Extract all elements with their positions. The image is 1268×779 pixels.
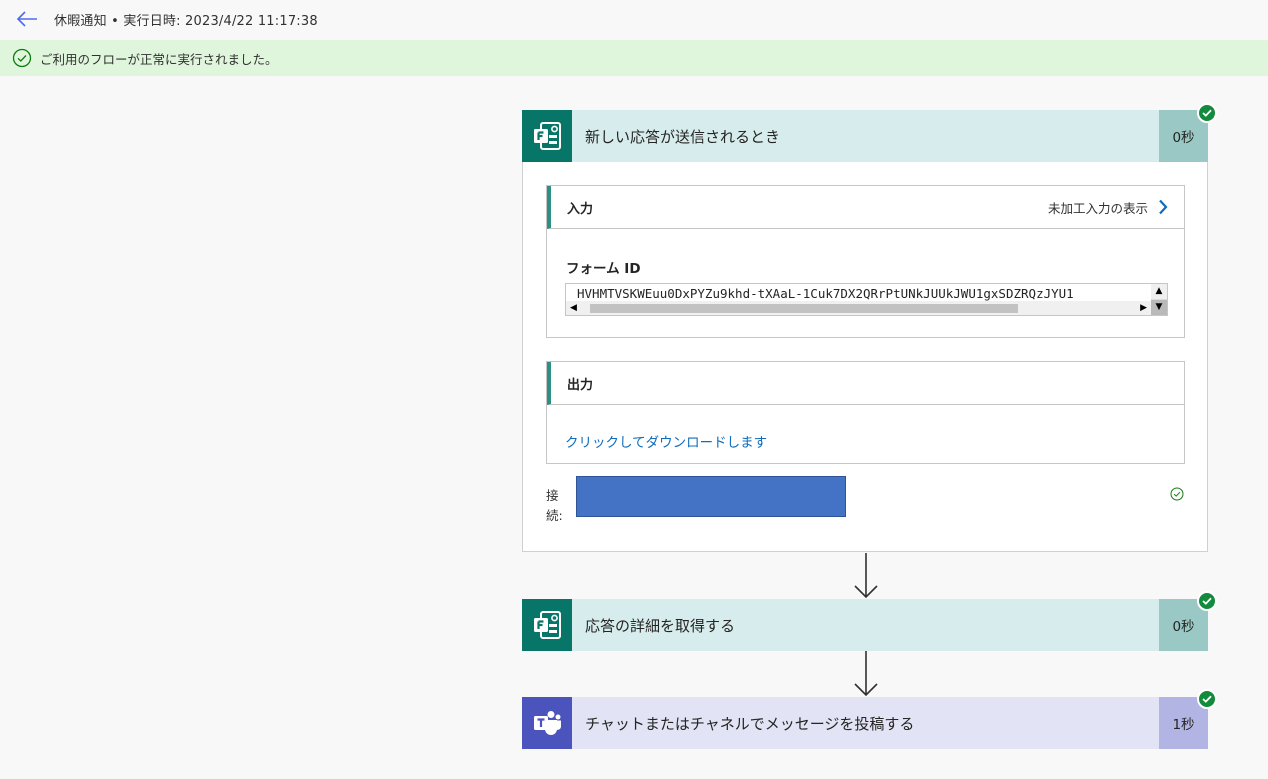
scroll-right-icon[interactable]: ▶ [1140, 301, 1147, 315]
flow-arrow-icon [854, 651, 878, 697]
forms-icon [534, 122, 561, 150]
success-check-icon [1197, 103, 1217, 123]
step-title: 応答の詳細を取得する [572, 599, 1159, 651]
chevron-right-icon [1159, 199, 1168, 215]
scroll-up-icon[interactable]: ▲ [1151, 284, 1167, 299]
outputs-section: 出力 クリックしてダウンロードします [546, 361, 1185, 464]
show-raw-inputs-link[interactable]: 未加工入力の表示 [1048, 198, 1168, 217]
step-header-new-response[interactable]: 新しい応答が送信されるとき 0秒 [522, 110, 1208, 162]
connection-ok-icon [1170, 487, 1184, 501]
top-bar: 休暇通知 • 実行日時: 2023/4/22 11:17:38 [0, 0, 1268, 38]
outputs-section-header: 出力 [547, 362, 1184, 405]
flow-arrow-icon [854, 553, 878, 599]
teams-icon [534, 711, 561, 735]
outputs-label: 出力 [567, 377, 594, 393]
form-id-value-box[interactable]: HVHMTVSKWEuu0DxPYZu9khd-tXAaL-1Cuk7DX2QR… [565, 283, 1168, 316]
step-title: チャットまたはチャネルでメッセージを投稿する [572, 697, 1159, 749]
arrow-left-icon [16, 11, 37, 27]
scrollbar-thumb[interactable] [590, 304, 1018, 313]
success-banner: ご利用のフローが正常に実行されました。 [0, 40, 1268, 76]
success-check-icon [1197, 689, 1217, 709]
raw-inputs-label: 未加工入力の表示 [1047, 200, 1148, 216]
step-title: 新しい応答が送信されるとき [572, 110, 1159, 162]
check-circle-icon [12, 48, 32, 68]
forms-app-icon [522, 599, 572, 651]
step-body-new-response: 入力 未加工入力の表示 フォーム ID HVHMTVSKWEuu0DxPYZu9… [522, 162, 1208, 552]
inputs-section: 入力 未加工入力の表示 フォーム ID HVHMTVSKWEuu0DxPYZu9… [546, 185, 1185, 338]
connection-label: 接続: [546, 488, 563, 523]
connection-redacted [576, 476, 846, 517]
banner-message: ご利用のフローが正常に実行されました。 [40, 51, 278, 67]
inputs-label: 入力 [567, 201, 594, 217]
inputs-section-header: 入力 未加工入力の表示 [547, 186, 1184, 229]
back-button[interactable] [14, 6, 40, 32]
vertical-scrollbar[interactable]: ▲ ▼ [1151, 284, 1167, 315]
success-check-icon [1197, 591, 1217, 611]
teams-app-icon [522, 697, 572, 749]
run-title: 休暇通知 • 実行日時: 2023/4/22 11:17:38 [54, 13, 318, 29]
scroll-left-icon[interactable]: ◀ [570, 301, 577, 315]
form-id-label: フォーム ID [566, 261, 641, 277]
form-id-value: HVHMTVSKWEuu0DxPYZu9khd-tXAaL-1Cuk7DX2QR… [577, 286, 1074, 301]
forms-icon [534, 611, 561, 639]
step-header-get-response-details[interactable]: 応答の詳細を取得する 0秒 [522, 599, 1208, 651]
horizontal-scrollbar[interactable]: ◀ ▶ [566, 301, 1151, 315]
scroll-down-icon[interactable]: ▼ [1151, 300, 1167, 315]
forms-app-icon [522, 110, 572, 162]
step-header-post-message[interactable]: チャットまたはチャネルでメッセージを投稿する 1秒 [522, 697, 1208, 749]
download-link[interactable]: クリックしてダウンロードします [565, 431, 767, 451]
